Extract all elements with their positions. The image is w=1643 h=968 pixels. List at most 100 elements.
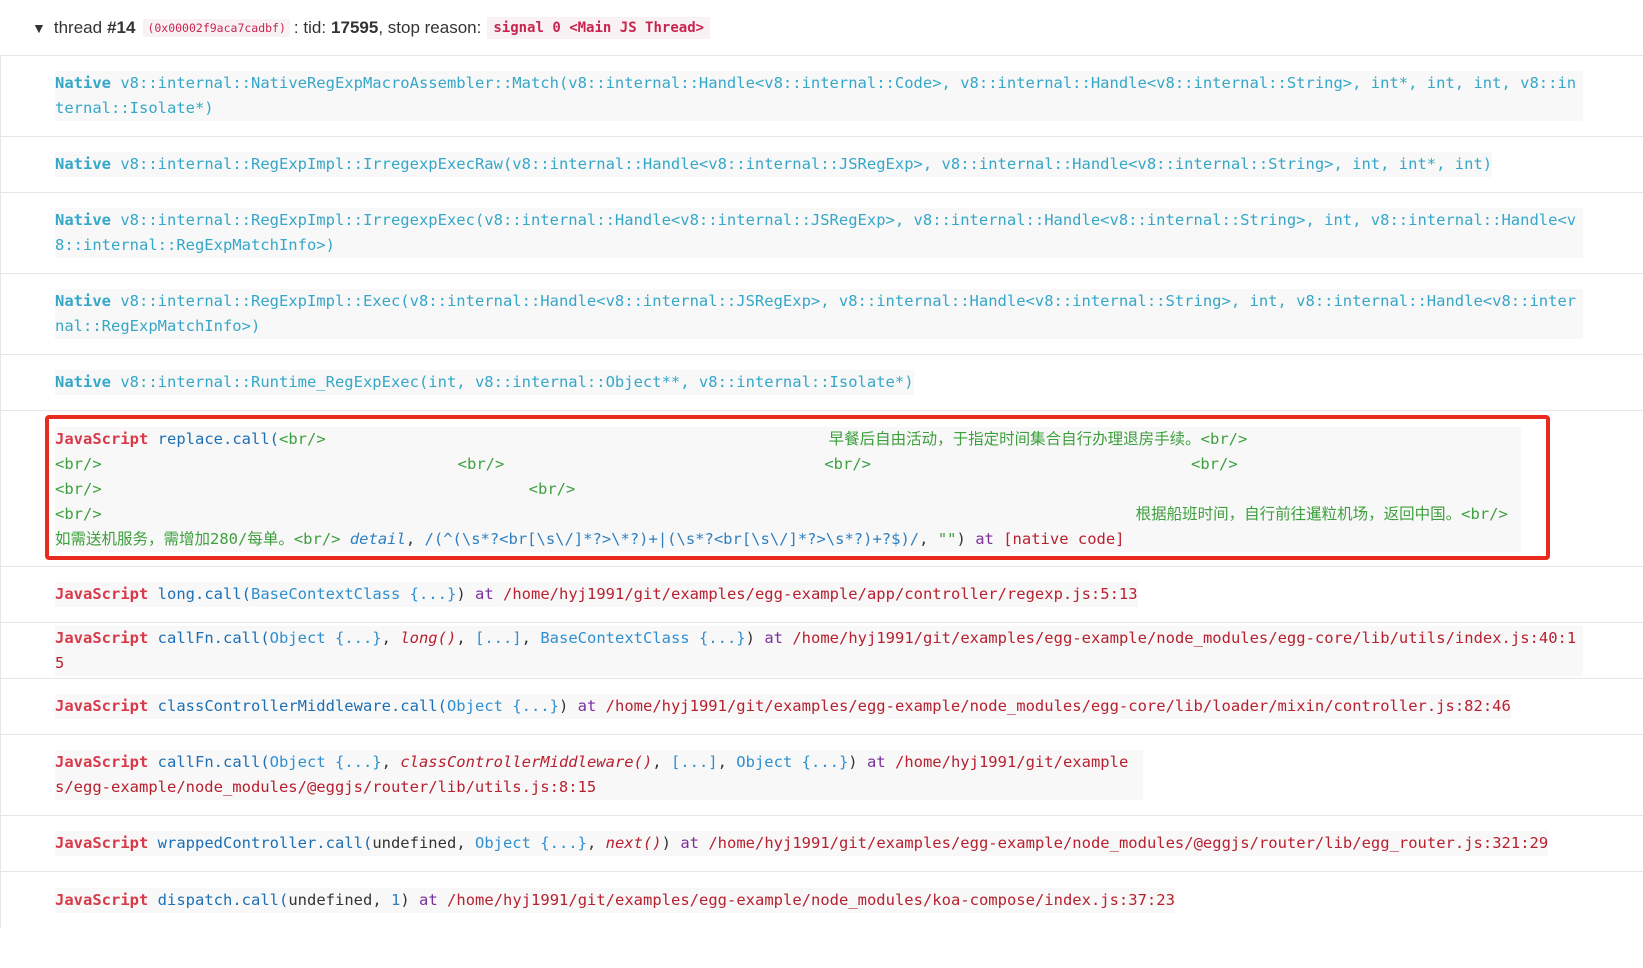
comma: , <box>405 530 416 548</box>
frame-arg: BaseContextClass {...} <box>251 585 457 603</box>
stack-frame[interactable]: JavaScript wrappedController.call(undefi… <box>1 816 1643 872</box>
string-literal: <br/> <box>528 480 576 498</box>
stack-frame[interactable]: Native v8::internal::NativeRegExpMacroAs… <box>1 56 1643 137</box>
stack-frame[interactable]: JavaScript long.call(BaseContextClass {.… <box>1 567 1643 623</box>
frame-arg: next() <box>605 834 662 852</box>
stack-frame[interactable]: JavaScript callFn.call(Object {...}, lon… <box>1 623 1643 679</box>
frame-signature: v8::internal::RegExpImpl::Exec(v8::inter… <box>55 292 1577 335</box>
frame-signature: v8::internal::Runtime_RegExpExec(int, v8… <box>120 373 914 391</box>
at-keyword: at <box>866 753 886 771</box>
string-literal: <br/> <box>55 455 102 473</box>
frame-code: JavaScript dispatch.call(undefined, 1) a… <box>55 887 1175 913</box>
stack-frame[interactable]: JavaScript dispatch.call(undefined, 1) a… <box>1 872 1643 928</box>
frame-arg: Object {...} <box>446 697 559 715</box>
frame-arg: undefined <box>288 890 373 909</box>
frame-arg: Object {...} <box>269 753 382 771</box>
at-keyword: at <box>419 890 438 909</box>
frame-code: Native v8::internal::RegExpImpl::Exec(v8… <box>55 289 1583 339</box>
frame-function: callFn.call( <box>157 628 270 647</box>
frame-function: long.call( <box>157 585 251 603</box>
frame-location[interactable]: /home/hyj1991/git/examples/egg-example/a… <box>503 585 1138 603</box>
string-literal: 早餐后自由活动，于指定时间集合自行办理退房手续。<br/> <box>828 430 1248 448</box>
frame-arg: Object {...} <box>736 753 849 771</box>
close-paren: ) <box>956 530 966 548</box>
frame-location[interactable]: /home/hyj1991/git/examples/egg-example/n… <box>447 891 1175 909</box>
frame-function: replace.call( <box>157 430 279 448</box>
stack-frame-replace[interactable]: JavaScript replace.call(<br/> 早餐后自由活动，于指定… <box>1 411 1643 567</box>
frame-kind: JavaScript <box>55 697 149 715</box>
frame-code: JavaScript callFn.call(Object {...}, cla… <box>55 750 1143 800</box>
at-keyword: at <box>475 585 494 603</box>
string-literal: 根据船班时间，自行前往暹粒机场，返回中国。<br/> <box>1135 505 1508 523</box>
close-paren: ) <box>745 628 755 647</box>
frame-kind: Native <box>55 74 111 92</box>
stack-frame[interactable]: Native v8::internal::RegExpImpl::Irregex… <box>1 193 1643 274</box>
thread-header[interactable]: ▼ thread #14 (0x00002f9aca7cadbf) : tid:… <box>0 0 1643 56</box>
collapse-triangle-icon[interactable]: ▼ <box>32 20 46 36</box>
string-literal: <br/> <box>55 505 102 523</box>
frame-signature: v8::internal::RegExpImpl::IrregexpExec(v… <box>55 211 1577 254</box>
at-keyword: at <box>975 530 994 548</box>
tid-value: 17595 <box>331 17 379 37</box>
regex-literal: (\s*?<br[\s\/]*?>\s*?)+?$)/ <box>667 530 920 548</box>
frame-kind: JavaScript <box>55 890 149 909</box>
frame-kind: JavaScript <box>55 585 149 603</box>
frame-code: Native v8::internal::RegExpImpl::Irregex… <box>55 152 1493 177</box>
frame-kind: Native <box>55 373 111 391</box>
frame-code: JavaScript callFn.call(Object {...}, lon… <box>55 625 1583 676</box>
frame-code: Native v8::internal::Runtime_RegExpExec(… <box>55 370 914 395</box>
frame-function: callFn.call( <box>157 753 270 771</box>
string-literal: "" <box>937 530 957 548</box>
frame-arg: detail <box>349 530 406 548</box>
close-paren: ) <box>661 834 671 852</box>
frame-arg: Object {...} <box>474 834 587 852</box>
frame-signature: v8::internal::RegExpImpl::IrregexpExecRa… <box>120 155 1493 173</box>
comma: , <box>919 530 929 548</box>
string-literal: <br/> <box>824 455 872 473</box>
regex-literal: /(^(\s*?<br[\s\/]*?>\*?)+ <box>424 530 658 548</box>
regex-literal: | <box>657 530 668 548</box>
stack-frame[interactable]: Native v8::internal::RegExpImpl::Exec(v8… <box>1 274 1643 355</box>
thread-label: thread <box>53 17 103 37</box>
frame-location: [native code] <box>1003 530 1125 548</box>
frame-kind: Native <box>55 292 111 310</box>
frame-location[interactable]: /home/hyj1991/git/examples/egg-example/n… <box>606 697 1511 715</box>
frame-kind: JavaScript <box>55 834 149 852</box>
frame-arg: [...] <box>474 628 522 647</box>
stop-reason-label: , stop reason: <box>378 17 482 37</box>
frame-code: Native v8::internal::NativeRegExpMacroAs… <box>55 71 1583 121</box>
frame-location[interactable]: /home/hyj1991/git/examples/egg-example/n… <box>708 834 1548 852</box>
frame-signature: v8::internal::NativeRegExpMacroAssembler… <box>55 74 1577 117</box>
at-keyword: at <box>680 834 699 852</box>
frame-code: JavaScript wrappedController.call(undefi… <box>55 831 1549 856</box>
stop-reason-badge: signal 0 <Main JS Thread> <box>487 16 711 39</box>
frame-arg: undefined <box>372 834 457 852</box>
close-paren: ) <box>558 697 569 715</box>
stack-frame[interactable]: JavaScript callFn.call(Object {...}, cla… <box>1 735 1643 816</box>
frame-kind: JavaScript <box>55 628 149 647</box>
at-keyword: at <box>764 628 783 647</box>
string-literal: 如需送机服务，需增加280/每单。<br/> <box>55 530 341 548</box>
frame-kind: Native <box>55 155 111 173</box>
thread-address: (0x00002f9aca7cadbf) <box>143 18 290 37</box>
frame-function: classControllerMiddleware.call( <box>157 697 447 715</box>
thread-number: #14 <box>107 17 136 37</box>
frame-arg: Object {...} <box>269 628 382 647</box>
at-keyword: at <box>577 697 597 715</box>
frame-function: wrappedController.call( <box>157 834 373 852</box>
frame-code: Native v8::internal::RegExpImpl::Irregex… <box>55 208 1583 258</box>
string-literal: <br/> <box>55 480 102 498</box>
frame-arg: classControllerMiddleware() <box>400 753 653 771</box>
string-literal: <br/> <box>279 430 326 448</box>
string-literal: <br/> <box>1191 455 1238 473</box>
frame-code: JavaScript replace.call(<br/> 早餐后自由活动，于指定… <box>55 427 1521 552</box>
stack-frame[interactable]: JavaScript classControllerMiddleware.cal… <box>1 679 1643 735</box>
frame-kind: JavaScript <box>55 430 149 448</box>
stack-frame[interactable]: Native v8::internal::RegExpImpl::Irregex… <box>1 137 1643 193</box>
frame-arg: long() <box>400 628 457 647</box>
frame-code: JavaScript long.call(BaseContextClass {.… <box>55 582 1138 607</box>
frame-arg: 1 <box>391 890 401 909</box>
stack-frame[interactable]: Native v8::internal::Runtime_RegExpExec(… <box>1 355 1643 411</box>
tid-label: : tid: <box>293 17 327 37</box>
frame-function: dispatch.call( <box>157 890 289 909</box>
